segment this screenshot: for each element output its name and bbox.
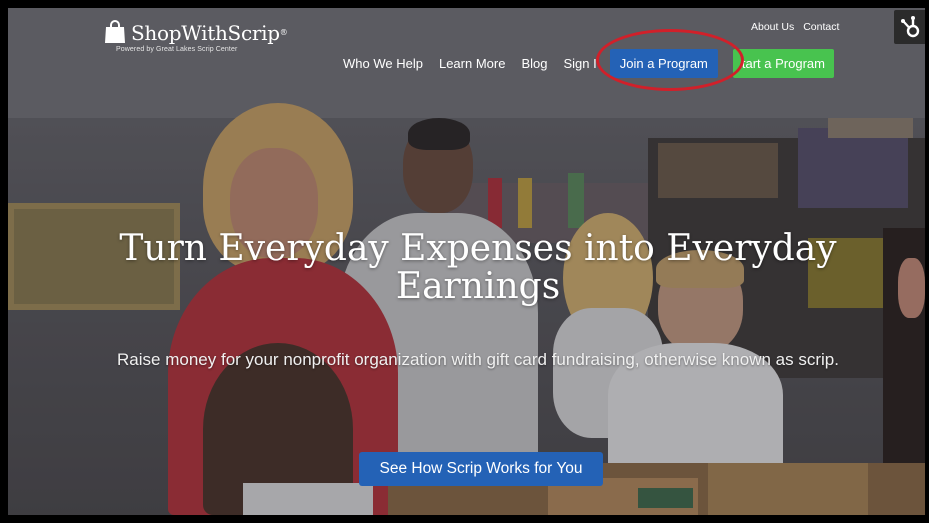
about-us-link[interactable]: About Us — [751, 21, 794, 33]
site-logo[interactable]: ShopWithScrip® Powered by Great Lakes Sc… — [104, 20, 288, 53]
utility-nav: About Us Contact — [751, 21, 839, 33]
logo-tagline: Powered by Great Lakes Scrip Center — [116, 46, 238, 53]
logo-wordmark: ShopWithScrip® — [131, 21, 288, 45]
nav-who-we-help[interactable]: Who We Help — [343, 56, 423, 71]
main-nav: Who We Help Learn More Blog Sign I Join … — [343, 49, 834, 78]
contact-link[interactable]: Contact — [803, 21, 839, 33]
hubspot-widget-button[interactable] — [894, 10, 925, 44]
nav-sign-in[interactable]: Sign I — [563, 56, 596, 71]
hero-subtitle: Raise money for your nonprofit organizat… — [117, 350, 839, 369]
hubspot-sprocket-icon — [894, 16, 925, 48]
join-a-program-button[interactable]: Join a Program — [609, 49, 718, 78]
nav-blog[interactable]: Blog — [521, 56, 547, 71]
browser-viewport: ShopWithScrip® Powered by Great Lakes Sc… — [0, 0, 929, 523]
shopping-bag-icon — [104, 20, 126, 44]
start-a-program-button[interactable]: tart a Program — [732, 49, 834, 78]
see-how-scrip-works-button[interactable]: See How Scrip Works for You — [359, 452, 603, 486]
nav-learn-more[interactable]: Learn More — [439, 56, 505, 71]
hero-title: Turn Everyday Expenses into Everyday Ear… — [119, 228, 837, 307]
